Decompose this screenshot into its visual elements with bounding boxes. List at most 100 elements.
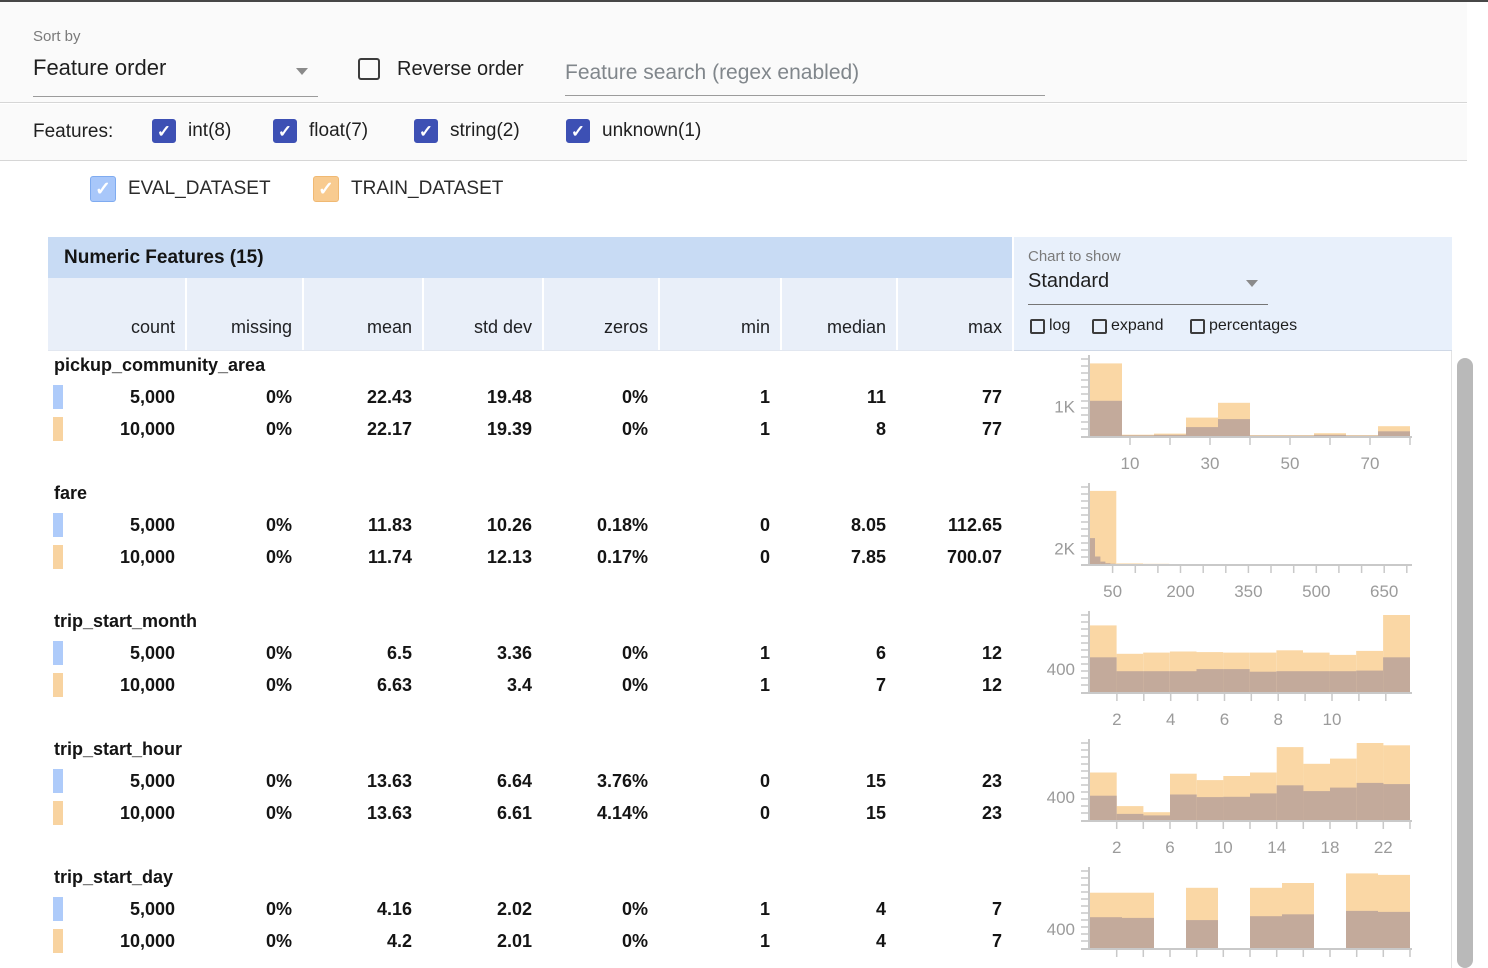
stat-cell: 3.4 xyxy=(422,669,542,701)
dataset-checkbox[interactable]: ✓ xyxy=(90,176,116,202)
chart-option-label: expand xyxy=(1111,317,1164,335)
check-icon: ✓ xyxy=(419,123,433,140)
column-header-std-dev: std dev xyxy=(422,278,542,350)
feature-stats-row: 5,0000%4.162.020%147 xyxy=(48,893,1012,925)
stat-cell: 1 xyxy=(658,669,780,701)
y-axis-tick-label: 2K xyxy=(1054,539,1075,558)
feature-type-filter-string: ✓string(2) xyxy=(414,119,520,143)
stat-cell: 11 xyxy=(780,381,896,413)
feature-search-input[interactable] xyxy=(565,50,1045,96)
feature-name: trip_start_hour xyxy=(54,739,182,760)
stat-cell: 4 xyxy=(780,925,896,957)
feature-block-trip_start_day: trip_start_day5,0000%4.162.020%14710,000… xyxy=(48,863,1012,968)
stat-cell: 10,000 xyxy=(48,413,185,445)
histogram-trip_start_month: 400246810 xyxy=(1014,607,1452,735)
train-swatch xyxy=(53,929,63,953)
stat-cell: 7 xyxy=(896,893,1012,925)
feature-stats-row: 10,0000%11.7412.130.17%07.85700.07 xyxy=(48,541,1012,573)
stat-cell: 12 xyxy=(896,637,1012,669)
chart-option-expand: expand xyxy=(1092,317,1164,335)
stat-cell: 10,000 xyxy=(48,797,185,829)
stat-cell: 0 xyxy=(658,797,780,829)
stat-cell: 0% xyxy=(542,893,658,925)
stat-cell: 0% xyxy=(542,637,658,669)
column-header-max: max xyxy=(896,278,1012,350)
numeric-features-table-body: pickup_community_area5,0000%22.4319.480%… xyxy=(48,351,1012,968)
stat-cell: 0% xyxy=(185,765,302,797)
column-header-count: count xyxy=(48,278,185,350)
stat-cell: 3.36 xyxy=(422,637,542,669)
stat-cell: 1 xyxy=(658,637,780,669)
y-axis-tick-label: 400 xyxy=(1047,788,1075,807)
features-filter-label: Features: xyxy=(33,121,113,143)
feature-type-filter-int: ✓ int(8) xyxy=(152,119,231,143)
stat-cell: 0 xyxy=(658,541,780,573)
vertical-scrollbar-thumb[interactable] xyxy=(1457,358,1473,968)
feature-type-label: int(8) xyxy=(188,120,231,142)
chart-option-log: log xyxy=(1030,317,1070,335)
feature-type-checkbox[interactable]: ✓ xyxy=(273,119,297,143)
stat-cell: 0% xyxy=(542,381,658,413)
features-filter-bar: Features: ✓int(8)✓float(7)✓string(2)✓unk… xyxy=(0,104,1467,161)
x-axis-tick-label: 10 xyxy=(1121,454,1140,473)
feature-chart-trip_start_hour: 4002610141822 xyxy=(1014,735,1452,863)
chart-option-checkbox[interactable] xyxy=(1190,319,1205,334)
numeric-features-table-header: Numeric Features (15) countmissingmeanst… xyxy=(48,237,1012,351)
dropdown-arrow-icon xyxy=(1246,280,1258,287)
chart-option-checkbox[interactable] xyxy=(1030,319,1045,334)
facets-overview: Sort by Feature order Reverse order Feat… xyxy=(0,0,1488,968)
feature-type-filter-float: ✓float(7) xyxy=(273,119,368,143)
stat-cell: 6.5 xyxy=(302,637,422,669)
stat-cell: 4.2 xyxy=(302,925,422,957)
feature-name: fare xyxy=(54,483,87,504)
histogram-fare: 2K50200350500650 xyxy=(1014,479,1452,607)
stat-cell: 0.17% xyxy=(542,541,658,573)
stat-cell: 22.43 xyxy=(302,381,422,413)
feature-type-checkbox[interactable]: ✓ xyxy=(152,119,176,143)
column-header-zeros: zeros xyxy=(542,278,658,350)
y-axis-tick-label: 400 xyxy=(1047,660,1075,679)
stat-cell: 15 xyxy=(780,765,896,797)
feature-stats-row: 10,0000%13.636.614.14%01523 xyxy=(48,797,1012,829)
chart-to-show-label: Chart to show xyxy=(1028,248,1121,265)
feature-stats-row: 10,0000%4.22.010%147 xyxy=(48,925,1012,957)
x-axis-tick-label: 8 xyxy=(1273,710,1282,729)
stat-cell: 10,000 xyxy=(48,669,185,701)
chart-option-percentages: percentages xyxy=(1190,317,1297,335)
chart-option-label: log xyxy=(1049,317,1070,335)
stat-cell: 0% xyxy=(185,925,302,957)
feature-name: pickup_community_area xyxy=(54,355,265,376)
x-axis-tick-label: 18 xyxy=(1321,838,1340,857)
feature-stats-row: 10,0000%22.1719.390%1877 xyxy=(48,413,1012,445)
stat-cell: 0% xyxy=(185,509,302,541)
dataset-toggle-eval_dataset: ✓EVAL_DATASET xyxy=(90,176,271,202)
stat-cell: 8.05 xyxy=(780,509,896,541)
stat-cell: 0% xyxy=(185,893,302,925)
stat-cell: 11.74 xyxy=(302,541,422,573)
stat-cell: 4.16 xyxy=(302,893,422,925)
chart-type-select[interactable]: Standard xyxy=(1028,270,1268,304)
reverse-order-checkbox[interactable] xyxy=(358,58,380,80)
stat-cell: 1 xyxy=(658,381,780,413)
feature-stats-row: 5,0000%11.8310.260.18%08.05112.65 xyxy=(48,509,1012,541)
stat-cell: 0 xyxy=(658,765,780,797)
column-header-min: min xyxy=(658,278,780,350)
dataset-label: TRAIN_DATASET xyxy=(351,178,503,200)
stat-cell: 0.18% xyxy=(542,509,658,541)
table-title: Numeric Features (15) xyxy=(48,237,1012,278)
dataset-checkbox[interactable]: ✓ xyxy=(313,176,339,202)
chart-option-checkbox[interactable] xyxy=(1092,319,1107,334)
x-axis-tick-label: 10 xyxy=(1214,838,1233,857)
stat-cell: 1 xyxy=(658,893,780,925)
stat-cell: 3.76% xyxy=(542,765,658,797)
stat-cell: 10.26 xyxy=(422,509,542,541)
x-axis-tick-label: 200 xyxy=(1166,582,1194,601)
check-icon: ✓ xyxy=(318,180,334,199)
stat-cell: 7.85 xyxy=(780,541,896,573)
feature-type-checkbox[interactable]: ✓ xyxy=(414,119,438,143)
stat-cell: 4 xyxy=(780,893,896,925)
sort-by-select[interactable]: Feature order xyxy=(33,55,318,97)
feature-block-fare: fare 5,0000%11.8310.260.18%08.05112.6510,… xyxy=(48,479,1012,607)
feature-type-checkbox[interactable]: ✓ xyxy=(566,119,590,143)
x-axis-tick-label: 4 xyxy=(1166,710,1175,729)
